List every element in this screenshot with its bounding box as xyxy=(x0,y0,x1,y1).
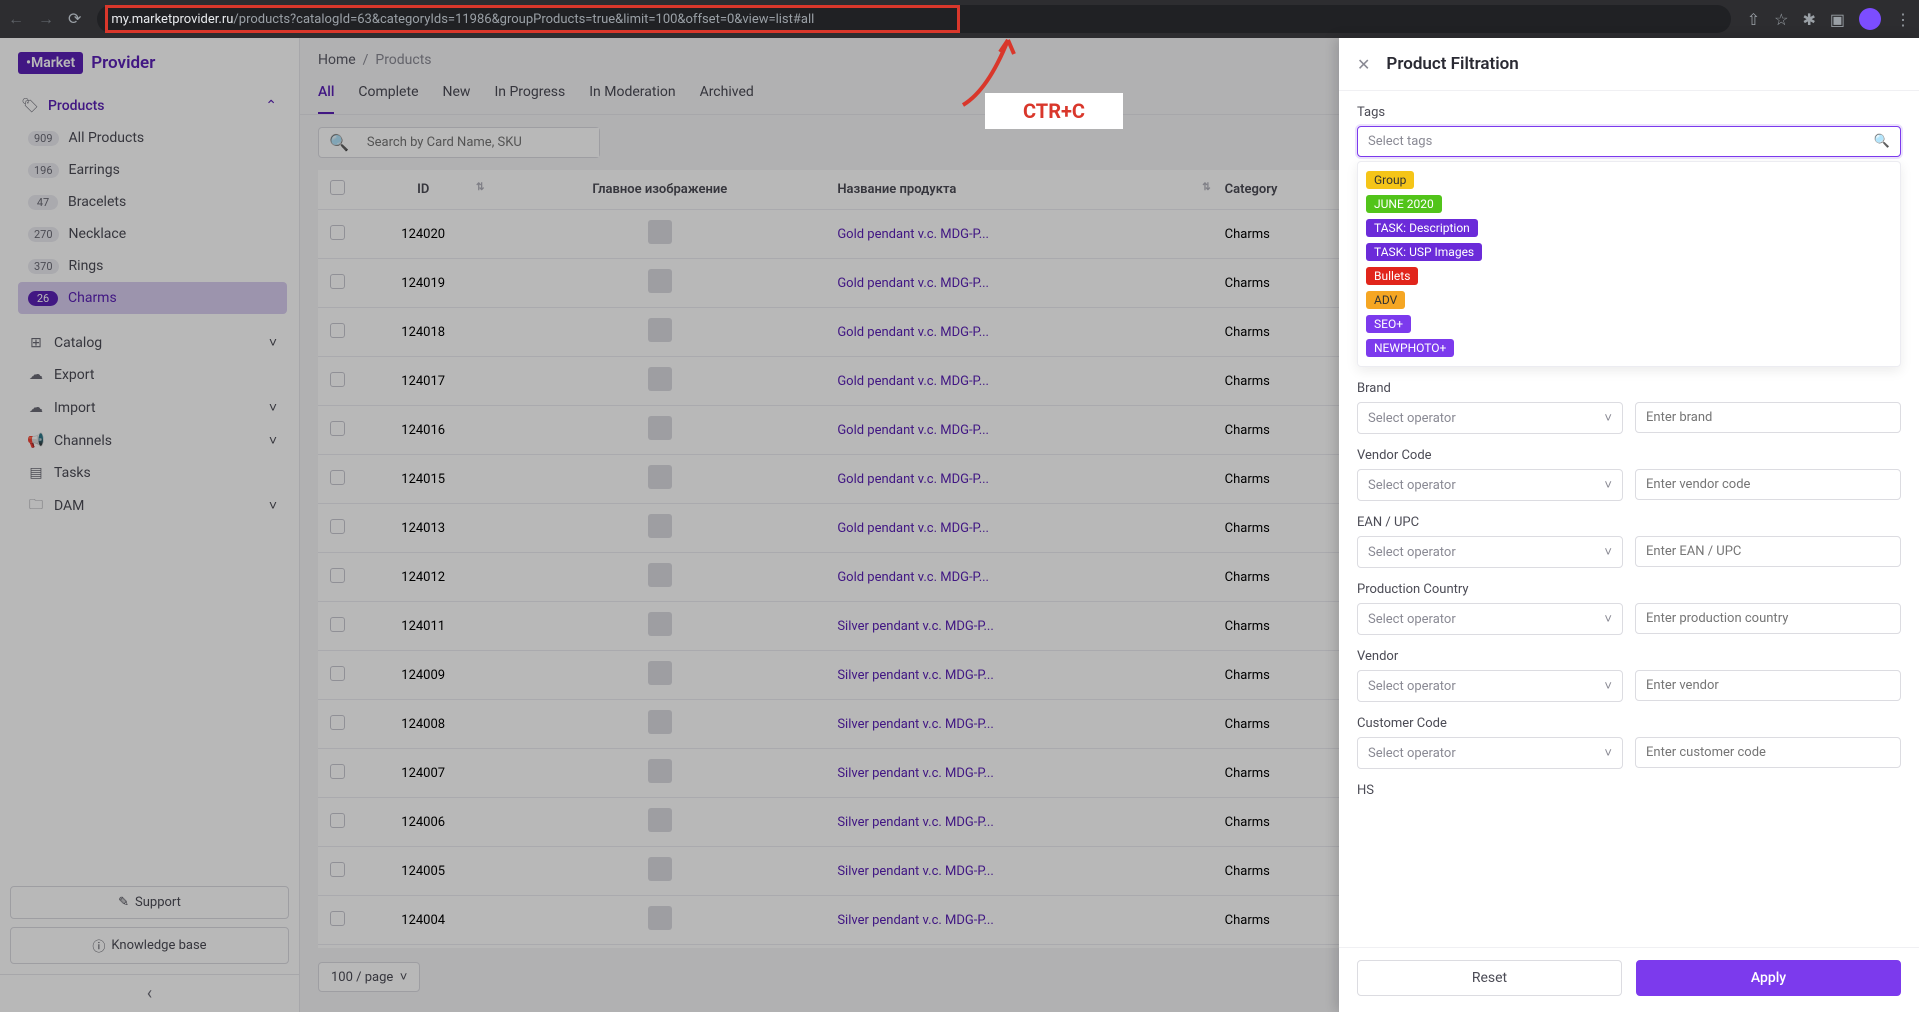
chevron-down-icon: ˅ xyxy=(1604,611,1612,627)
filter-label: EAN / UPC xyxy=(1357,515,1901,530)
hs-label: HS xyxy=(1357,783,1901,798)
chevron-down-icon: ˅ xyxy=(1604,477,1612,493)
tag-option[interactable]: TASK: USP Images xyxy=(1366,243,1482,261)
operator-select[interactable]: Select operator˅ xyxy=(1357,402,1623,434)
chevron-down-icon: ˅ xyxy=(1604,678,1612,694)
search-icon: 🔍 xyxy=(1874,134,1890,149)
operator-select[interactable]: Select operator˅ xyxy=(1357,670,1623,702)
operator-select[interactable]: Select operator˅ xyxy=(1357,603,1623,635)
menu-icon[interactable]: ⋮ xyxy=(1895,10,1911,29)
tag-option[interactable]: SEO+ xyxy=(1366,315,1411,333)
tag-option[interactable]: TASK: Description xyxy=(1366,219,1478,237)
annotation-url-highlight xyxy=(105,5,960,33)
filter-input[interactable] xyxy=(1635,536,1901,567)
chevron-down-icon: ˅ xyxy=(1604,544,1612,560)
filter-panel: ✕ Product Filtration Tags Select tags 🔍 … xyxy=(1339,38,1919,1012)
filter-input[interactable] xyxy=(1635,402,1901,433)
filter-label: Customer Code xyxy=(1357,716,1901,731)
nav-reload-icon[interactable]: ⟳ xyxy=(68,9,81,29)
chevron-down-icon: ˅ xyxy=(1604,745,1612,761)
filter-input[interactable] xyxy=(1635,737,1901,768)
filter-label: Vendor xyxy=(1357,649,1901,664)
filter-input[interactable] xyxy=(1635,603,1901,634)
chevron-down-icon: ˅ xyxy=(1604,410,1612,426)
filter-input[interactable] xyxy=(1635,670,1901,701)
star-icon[interactable]: ☆ xyxy=(1774,10,1788,29)
window-icon[interactable]: ▣ xyxy=(1830,10,1845,29)
operator-select[interactable]: Select operator˅ xyxy=(1357,536,1623,568)
reset-button[interactable]: Reset xyxy=(1357,960,1622,996)
tag-option[interactable]: JUNE 2020 xyxy=(1366,195,1442,213)
profile-avatar[interactable] xyxy=(1859,8,1881,30)
tag-option[interactable]: Group xyxy=(1366,171,1414,189)
operator-select[interactable]: Select operator˅ xyxy=(1357,737,1623,769)
filter-title: Product Filtration xyxy=(1386,54,1518,74)
filter-input[interactable] xyxy=(1635,469,1901,500)
tags-select[interactable]: Select tags 🔍 xyxy=(1357,126,1901,157)
filter-label: Brand xyxy=(1357,381,1901,396)
share-icon[interactable]: ⇧ xyxy=(1747,10,1760,29)
tags-label: Tags xyxy=(1357,105,1901,120)
operator-select[interactable]: Select operator˅ xyxy=(1357,469,1623,501)
close-icon[interactable]: ✕ xyxy=(1357,55,1370,74)
annotation-shortcut: CTR+C xyxy=(985,93,1123,129)
apply-button[interactable]: Apply xyxy=(1636,960,1901,996)
nav-back-icon[interactable]: ← xyxy=(8,9,24,29)
filter-label: Vendor Code xyxy=(1357,448,1901,463)
extensions-icon[interactable]: ✱ xyxy=(1802,10,1815,29)
tag-option[interactable]: Bullets xyxy=(1366,267,1418,285)
filter-label: Production Country xyxy=(1357,582,1901,597)
tag-option[interactable]: ADV xyxy=(1366,291,1405,309)
tag-option[interactable]: NEWPHOTO+ xyxy=(1366,339,1454,357)
tags-dropdown: Group JUNE 2020 TASK: Description TASK: USP… xyxy=(1357,161,1901,367)
nav-forward-icon[interactable]: → xyxy=(38,9,54,29)
